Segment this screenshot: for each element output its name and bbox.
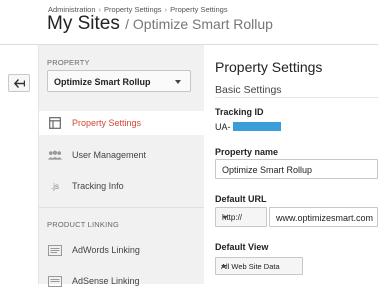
panel-title: Property Settings: [215, 59, 323, 75]
product-linking-label: PRODUCT LINKING: [47, 220, 120, 229]
property-name-label: Property name: [215, 147, 279, 157]
property-name-value: Optimize Smart Rollup: [222, 165, 313, 175]
url-protocol-select[interactable]: http://: [215, 207, 267, 227]
default-view-value: All Web Site Data: [221, 262, 280, 271]
default-view-select[interactable]: All Web Site Data: [215, 257, 303, 275]
chevron-down-icon: [175, 80, 181, 84]
property-select[interactable]: Optimize Smart Rollup: [47, 70, 191, 92]
chevron-down-icon: [221, 265, 227, 268]
property-select-value: Optimize Smart Rollup: [54, 77, 151, 87]
tracking-id-redaction: [233, 122, 281, 131]
sidebar-item-label: Property Settings: [72, 118, 142, 128]
sidebar-item-property-settings[interactable]: Property Settings: [39, 111, 204, 135]
page-title: My Sites / Optimize Smart Rollup: [47, 13, 273, 35]
sidebar-item-adsense-linking[interactable]: AdSense Linking: [39, 269, 204, 293]
default-url-input[interactable]: www.optimizesmart.com: [269, 207, 378, 227]
property-settings-panel: Property Settings Basic Settings Trackin…: [204, 45, 378, 284]
sidebar-item-label: User Management: [72, 150, 147, 160]
default-url-value: www.optimizesmart.com: [276, 213, 374, 223]
sidebar-item-label: Tracking Info: [72, 181, 124, 191]
arrow-left-icon: [13, 78, 25, 88]
section-divider: [215, 97, 378, 98]
sidebar-divider: [39, 207, 204, 208]
property-sidebar: PROPERTY Optimize Smart Rollup Property …: [39, 45, 204, 287]
page-layout-icon: [48, 116, 62, 130]
section-heading: Basic Settings: [215, 84, 282, 96]
account-name: My Sites: [47, 13, 120, 34]
default-url-label: Default URL: [215, 194, 267, 204]
adwords-icon: [48, 243, 62, 257]
sidebar-item-label: AdSense Linking: [72, 276, 140, 286]
property-name-input[interactable]: Optimize Smart Rollup: [215, 159, 378, 179]
sidebar-item-label: AdWords Linking: [72, 245, 140, 255]
sidebar-item-adwords-linking[interactable]: AdWords Linking: [39, 238, 204, 262]
chevron-down-icon: [222, 216, 228, 219]
sidebar-item-tracking-info[interactable]: .js Tracking Info: [39, 174, 204, 198]
users-icon: [48, 148, 62, 162]
property-name-subtitle: / Optimize Smart Rollup: [125, 16, 273, 32]
default-view-label: Default View: [215, 242, 269, 252]
tracking-id-prefix: UA-: [215, 122, 231, 132]
sidebar-item-user-management[interactable]: User Management: [39, 143, 204, 167]
adsense-icon: [48, 274, 62, 288]
property-label: PROPERTY: [47, 58, 90, 67]
tracking-id-label: Tracking ID: [215, 107, 264, 117]
js-icon: .js: [51, 181, 59, 191]
back-button[interactable]: [8, 74, 30, 92]
